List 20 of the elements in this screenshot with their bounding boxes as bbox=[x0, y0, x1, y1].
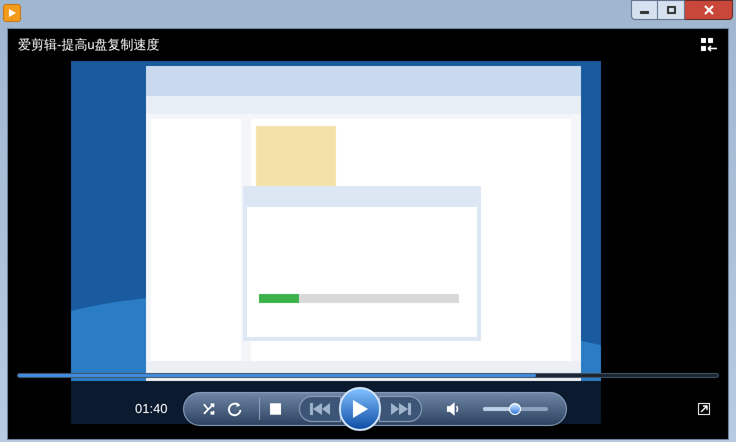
stop-icon[interactable] bbox=[270, 403, 282, 415]
play-button[interactable] bbox=[339, 387, 382, 431]
exit-fullscreen-icon[interactable] bbox=[700, 37, 718, 53]
next-icon bbox=[390, 403, 412, 415]
next-button[interactable] bbox=[379, 396, 422, 422]
close-button[interactable] bbox=[685, 0, 733, 20]
minimize-button[interactable] bbox=[631, 0, 658, 20]
time-label: 01:40 bbox=[135, 400, 169, 418]
play-icon bbox=[351, 399, 370, 419]
video-title: 爱剪辑-提高u盘复制速度 bbox=[18, 36, 160, 54]
close-icon bbox=[704, 5, 714, 15]
shuffle-icon[interactable] bbox=[202, 401, 218, 417]
repeat-icon[interactable] bbox=[227, 401, 243, 417]
maximize-button[interactable] bbox=[658, 0, 685, 20]
previous-button[interactable] bbox=[299, 396, 342, 422]
app-icon bbox=[3, 4, 21, 22]
seek-bar[interactable] bbox=[17, 373, 719, 378]
volume-icon[interactable] bbox=[446, 401, 461, 417]
previous-icon bbox=[309, 403, 332, 415]
popout-icon[interactable] bbox=[698, 403, 710, 415]
